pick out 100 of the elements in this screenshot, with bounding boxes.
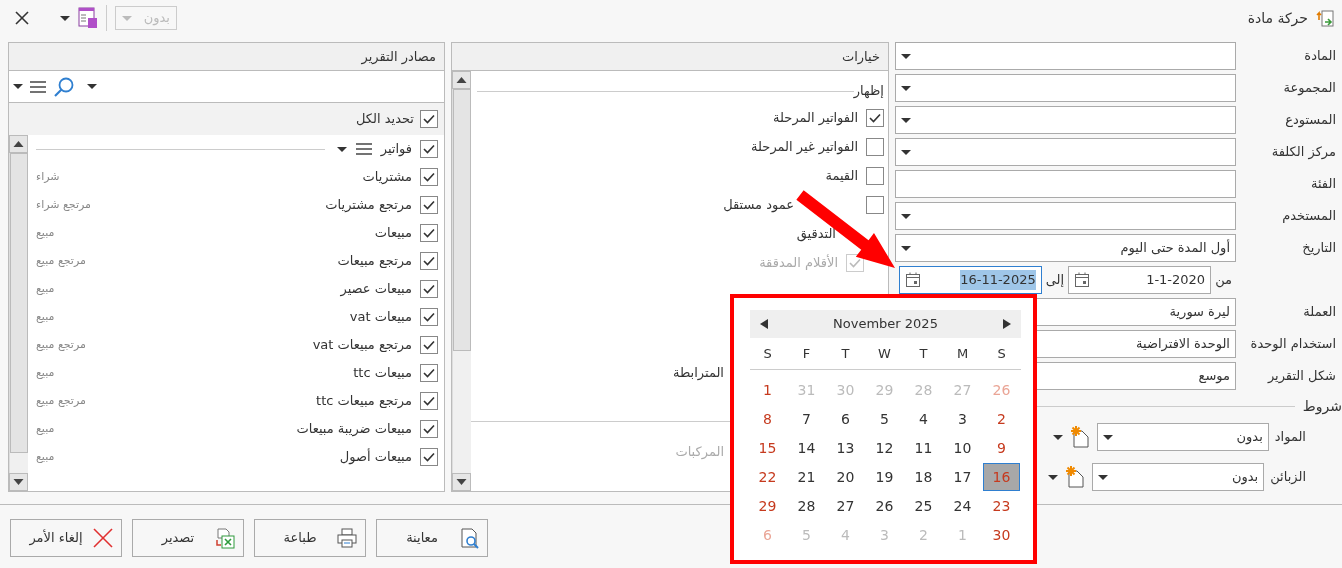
source-name: مبيعات ضريبة مبيعات	[296, 420, 412, 439]
caret-icon[interactable]	[1052, 434, 1063, 440]
dropdown-field[interactable]	[895, 42, 1236, 70]
scrollbar-thumb[interactable]	[453, 89, 471, 351]
action-button[interactable]: إلغاء الأمر	[10, 519, 122, 557]
new-document-icon[interactable]	[1068, 425, 1091, 449]
calendar-day[interactable]: 18	[905, 463, 942, 491]
calendar-day[interactable]: 20	[827, 463, 864, 491]
checkbox[interactable]	[866, 195, 884, 214]
field-label: الفئة	[1309, 175, 1337, 194]
scroll-down-button[interactable]	[9, 473, 28, 491]
document-icon	[1316, 8, 1336, 28]
field-label: التاريخ	[1301, 239, 1337, 258]
calendar-day[interactable]: 22	[749, 463, 786, 491]
calendar-day[interactable]: 4	[905, 405, 942, 433]
calendar-day[interactable]: 5	[866, 405, 903, 433]
calendar-day[interactable]: 25	[905, 492, 942, 520]
scrollbar-thumb[interactable]	[10, 153, 28, 453]
previous-month-icon[interactable]	[760, 319, 768, 329]
document-search-icon	[459, 527, 479, 549]
calendar-day[interactable]: 6	[827, 405, 864, 433]
checkbox[interactable]	[420, 224, 438, 242]
checkbox[interactable]	[420, 448, 438, 466]
new-document-icon[interactable]	[1064, 465, 1087, 489]
section-label: المركبات	[675, 442, 724, 461]
calendar-icon	[1074, 272, 1091, 288]
field-label: المواد	[1274, 428, 1306, 447]
source-type: مبيع	[36, 280, 55, 297]
dropdown-field[interactable]	[895, 202, 1236, 230]
checkbox[interactable]	[420, 364, 438, 382]
action-button[interactable]: معاينة	[376, 519, 488, 557]
calendar-day[interactable]: 2	[983, 405, 1020, 433]
calendar-day[interactable]: 19	[866, 463, 903, 491]
checkbox[interactable]	[866, 137, 884, 156]
date-field[interactable]: 16-11-2025	[898, 266, 1042, 294]
calendar-day[interactable]: 3	[944, 405, 981, 433]
action-button[interactable]: طباعة	[254, 519, 366, 557]
input-field[interactable]	[895, 170, 1236, 198]
calendar-day[interactable]: 7	[788, 405, 825, 433]
menu-icon[interactable]	[354, 142, 373, 156]
next-month-icon[interactable]	[1003, 319, 1011, 329]
checkbox[interactable]	[420, 110, 438, 128]
source-type: مبيع	[36, 224, 55, 241]
caret-icon[interactable]	[336, 146, 347, 152]
dropdown-field[interactable]: بدون	[1092, 463, 1265, 491]
checkbox[interactable]	[420, 196, 438, 214]
checkbox[interactable]	[866, 108, 884, 127]
calendar-day[interactable]: 30	[983, 521, 1020, 549]
checkbox[interactable]	[420, 308, 438, 326]
source-type: مرتجع مبيع	[36, 392, 86, 409]
calendar-day[interactable]: 12	[866, 434, 903, 462]
calendar-day[interactable]: 29	[749, 492, 786, 520]
calendar-day[interactable]: 23	[983, 492, 1020, 520]
close-icon[interactable]	[14, 10, 30, 26]
checkbox[interactable]	[866, 166, 884, 185]
printer-icon	[337, 527, 357, 549]
checkbox[interactable]	[420, 420, 438, 438]
calendar-day[interactable]: 8	[749, 405, 786, 433]
calendar-day[interactable]: 17	[944, 463, 981, 491]
dropdown-field[interactable]	[895, 74, 1236, 102]
field-label: العملة	[1302, 303, 1337, 322]
scroll-down-button[interactable]	[452, 473, 471, 491]
calendar-day[interactable]: 9	[983, 434, 1020, 462]
checkbox[interactable]	[420, 336, 438, 354]
section-title: شروط	[1302, 397, 1342, 417]
calendar-day[interactable]: 24	[944, 492, 981, 520]
option-label: القيمة	[825, 166, 858, 185]
scroll-up-button[interactable]	[9, 135, 28, 153]
source-type: مبيع	[36, 364, 55, 381]
caret-icon[interactable]	[1048, 474, 1059, 480]
checkbox[interactable]	[420, 392, 438, 410]
caret-icon[interactable]	[13, 84, 23, 89]
calendar-day[interactable]: 10	[944, 434, 981, 462]
checkbox[interactable]	[420, 252, 438, 270]
dropdown-field[interactable]	[895, 138, 1236, 166]
menu-icon[interactable]	[29, 79, 47, 94]
caret-icon[interactable]	[60, 15, 70, 21]
calendar-day[interactable]: 28	[788, 492, 825, 520]
dropdown-field[interactable]: أول المدة حتى اليوم	[895, 234, 1236, 262]
calendar-day[interactable]: 21	[788, 463, 825, 491]
calendar-day[interactable]: 27	[827, 492, 864, 520]
dropdown-field[interactable]: بدون	[1096, 423, 1269, 451]
checkbox[interactable]	[420, 140, 438, 158]
search-icon[interactable]	[53, 75, 75, 98]
calendar-day[interactable]: 15	[749, 434, 786, 462]
source-name: مرتجع مشتريات	[325, 196, 412, 215]
action-button[interactable]: تصدير	[132, 519, 244, 557]
dropdown-field[interactable]	[895, 106, 1236, 134]
weekday-label: W	[877, 344, 892, 363]
report-icon[interactable]	[78, 7, 98, 29]
checkbox[interactable]	[420, 168, 438, 186]
scroll-up-button[interactable]	[452, 71, 471, 89]
calendar-day[interactable]: 1	[749, 376, 786, 404]
source-name: مبيعات عصير	[340, 280, 412, 299]
calendar-day[interactable]: 14	[788, 434, 825, 462]
date-field[interactable]: 1-1-2020	[1068, 266, 1212, 294]
checkbox[interactable]	[420, 280, 438, 298]
calendar-day[interactable]: 13	[827, 434, 864, 462]
calendar-day[interactable]: 11	[905, 434, 942, 462]
calendar-day[interactable]: 26	[866, 492, 903, 520]
